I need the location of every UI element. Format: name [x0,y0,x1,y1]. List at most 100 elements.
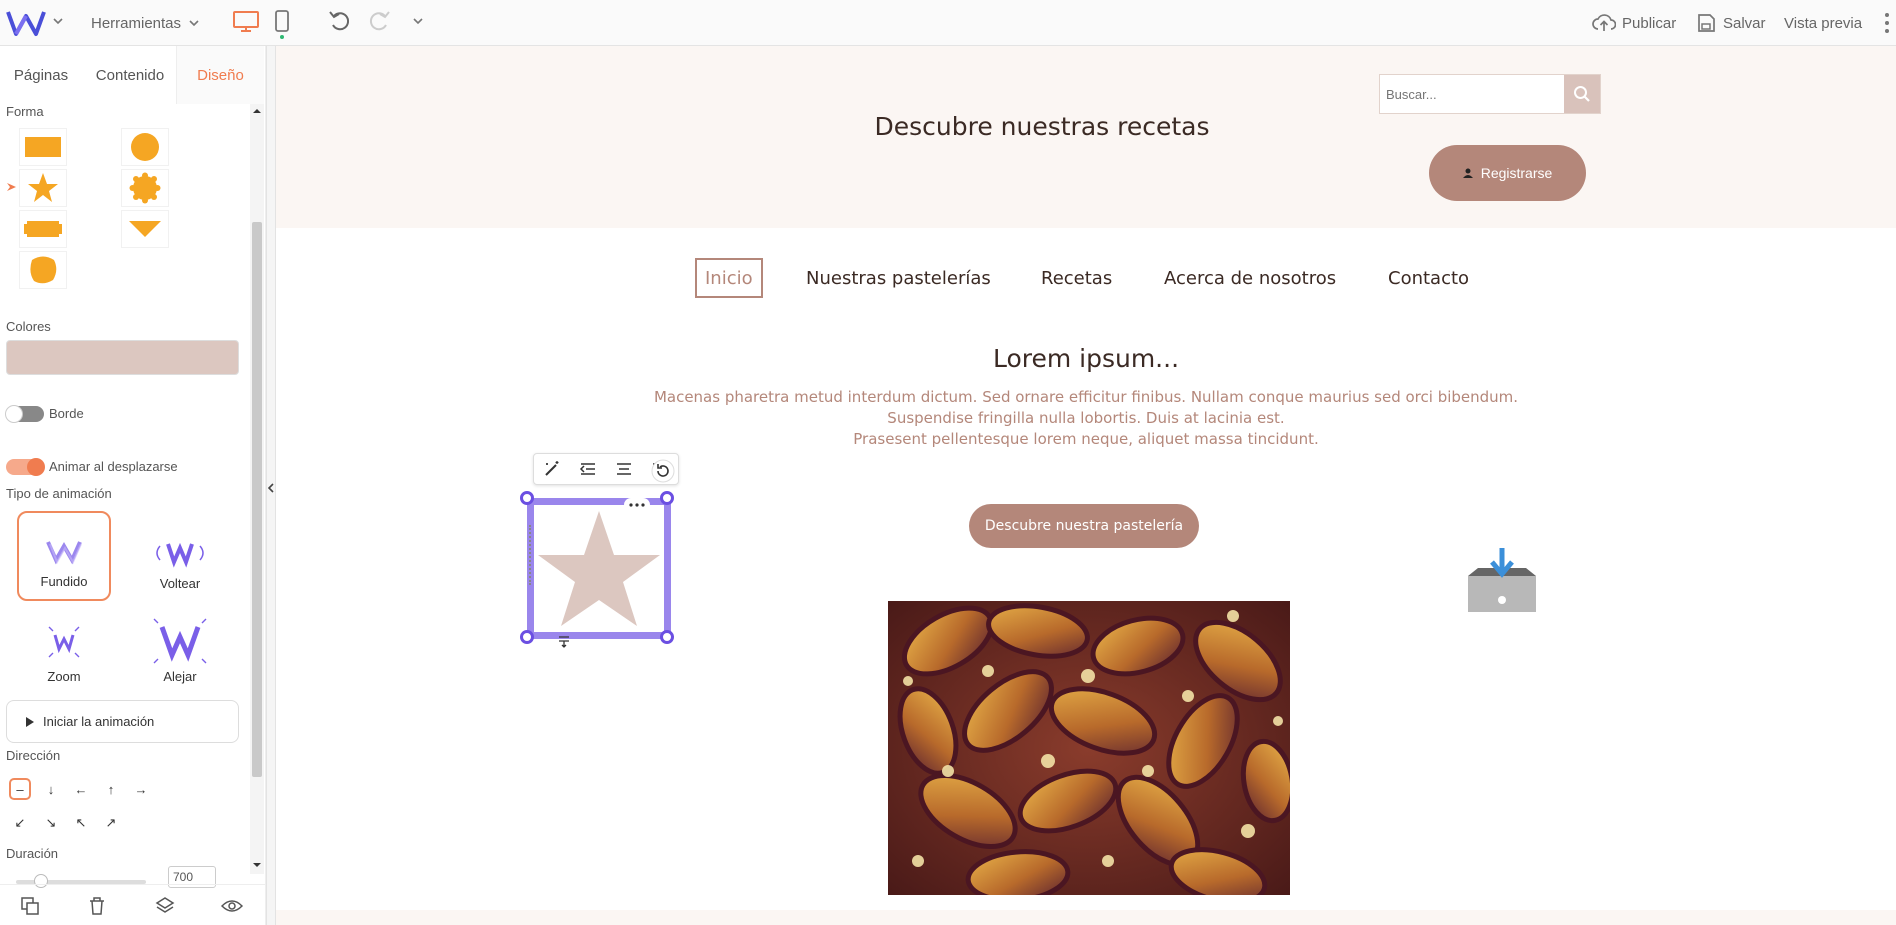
duration-label: Duración [6,846,59,861]
direction-up-right-button[interactable]: ↗ [100,812,122,834]
resize-handle-top-left[interactable] [520,491,534,505]
selected-shape-indicator-icon [7,179,17,197]
section-text-line: Suspendise fringilla nulla lobortis. Dui… [887,409,1285,427]
panel-scroll-thumb[interactable] [252,222,262,777]
drag-handle-icon[interactable] [529,525,537,585]
more-vertical-icon[interactable] [1884,12,1890,39]
nav-item-home[interactable]: Inicio [695,258,763,298]
circle-shape-icon [131,133,159,161]
magic-wand-icon[interactable] [543,460,561,478]
shape-banner[interactable] [19,210,67,248]
discover-bakery-label: Descubre nuestra pastelería [984,518,1184,534]
user-icon [1462,168,1473,178]
shape-star[interactable] [19,169,67,207]
search-button[interactable] [1564,75,1600,113]
star-shape[interactable] [534,505,664,632]
zoom-out-animation-icon [153,618,207,664]
duplicate-button[interactable] [19,895,41,917]
delete-button[interactable] [86,895,108,917]
logo-icon[interactable] [6,8,46,43]
nav-item-recipes[interactable]: Recetas [1041,258,1112,298]
shape-circle[interactable] [121,128,169,166]
scroll-up-icon[interactable] [250,106,264,116]
panel-tabs: Páginas Contenido Diseño [0,46,266,104]
rectangle-shape-icon [25,137,61,157]
preview-button[interactable]: Vista previa [1784,0,1862,46]
color-picker-swatch[interactable] [6,340,239,375]
discover-bakery-button[interactable]: Descubre nuestra pastelería [969,504,1199,548]
tab-pages[interactable]: Páginas [0,46,82,104]
zoom-out-label: Alejar [163,669,197,684]
publish-button[interactable]: Publicar [1592,0,1676,46]
align-center-icon[interactable] [615,461,633,477]
toggle-knob [27,458,45,476]
nav-item-about[interactable]: Acerca de nosotros [1164,258,1336,298]
duplicate-icon [21,897,39,915]
animation-flip-option[interactable]: Voltear [133,511,227,601]
shape-badge[interactable] [121,169,169,207]
section-title: Lorem ipsum... [992,344,1180,373]
direction-up-button[interactable]: ↑ [100,778,122,800]
reset-icon[interactable] [651,459,675,483]
shape-triangle[interactable] [121,210,169,248]
tools-menu-label: Herramientas [91,14,182,32]
direction-down-right-button[interactable]: ↘ [40,812,62,834]
nav-item-contact[interactable]: Contacto [1388,258,1469,298]
duration-value: 700 [173,870,194,884]
tab-design[interactable]: Diseño [176,46,264,104]
flip-label: Voltear [159,576,201,591]
more-options-icon[interactable] [624,498,650,512]
tools-menu[interactable]: Herramientas [91,0,201,46]
plum-tart-image [888,601,1290,895]
layers-button[interactable] [154,895,176,917]
border-label: Borde [49,406,84,421]
panel-collapse-handle[interactable] [266,46,276,925]
mobile-view-icon[interactable] [274,9,290,44]
text-wrap-icon[interactable] [557,635,571,649]
direction-down-button[interactable]: ↓ [40,778,62,800]
start-animation-button[interactable]: Iniciar la animación [6,700,239,743]
publish-label: Publicar [1622,14,1677,32]
direction-up-left-button[interactable]: ↖ [70,812,92,834]
direction-down-left-button[interactable]: ↙ [9,812,31,834]
tab-content[interactable]: Contenido [86,46,174,104]
direction-left-button[interactable]: ← [70,778,92,800]
star-shape-icon [28,173,58,202]
animation-type-label: Tipo de animación [6,486,112,501]
scroll-down-icon[interactable] [250,860,264,870]
nav-contact-label: Contacto [1388,267,1470,289]
animation-zoom-option[interactable]: Zoom [17,604,111,694]
visibility-button[interactable] [221,895,243,917]
search-icon [1574,86,1590,102]
direction-right-button[interactable]: → [130,778,152,800]
save-button[interactable]: Salvar [1696,0,1766,46]
fade-animation-icon [46,541,82,565]
animation-fade-option[interactable]: Fundido [17,511,111,601]
shape-section-label: Forma [6,104,44,119]
undo-icon[interactable] [328,10,352,37]
border-toggle[interactable] [5,405,44,423]
selected-shape-frame[interactable] [527,498,671,648]
redo-icon[interactable] [367,10,391,37]
animation-zoomout-option[interactable]: Alejar [133,604,227,694]
history-chevron-down-icon[interactable] [412,14,424,32]
site-search[interactable] [1379,74,1601,114]
shape-blob[interactable] [19,251,67,289]
nav-item-bakeries[interactable]: Nuestras pastelerías [806,258,991,298]
resize-handle-bottom-left[interactable] [520,630,534,644]
search-input[interactable] [1380,75,1564,113]
panel-scrollbar[interactable] [250,104,264,874]
nav-about-label: Acerca de nosotros [1164,267,1337,289]
desktop-view-icon[interactable] [232,10,260,37]
register-button[interactable]: Registrarse [1429,145,1586,201]
resize-handle-bottom-right[interactable] [660,630,674,644]
resize-handle-top-right[interactable] [660,491,674,505]
section-text-line: Prasesent pellentesque lorem neque, aliq… [853,430,1319,448]
chevron-down-icon[interactable] [52,14,64,32]
save-label: Salvar [1723,14,1766,32]
shape-rectangle[interactable] [19,128,67,166]
animate-on-scroll-toggle[interactable] [6,458,45,476]
play-icon [26,716,34,727]
align-left-icon[interactable] [579,461,597,477]
direction-none-button[interactable]: – [9,778,31,800]
